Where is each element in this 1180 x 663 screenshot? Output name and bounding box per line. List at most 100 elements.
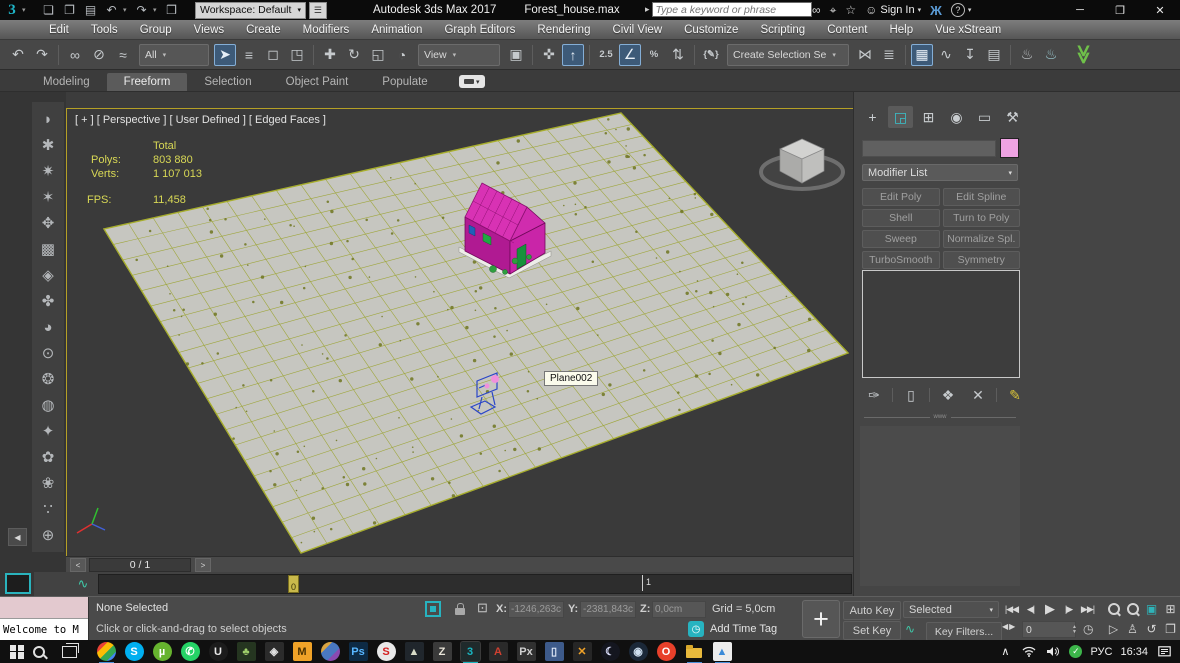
freeform-tool-17-icon[interactable]: ⊕ — [33, 522, 63, 548]
menu-customize[interactable]: Customize — [673, 20, 749, 40]
show-end-result-icon[interactable]: ▯ — [900, 384, 922, 406]
motion-tab[interactable]: ◉ — [944, 106, 969, 128]
next-frame-button[interactable]: |▶ — [1059, 600, 1078, 618]
a360-icon[interactable]: Ж — [930, 3, 942, 18]
tab-freeform[interactable]: Freeform — [106, 73, 188, 91]
help-icon[interactable]: ? ▾ — [950, 3, 971, 17]
add-time-tag-label[interactable]: Add Time Tag — [710, 623, 777, 635]
menu-rendering[interactable]: Rendering — [526, 20, 601, 40]
scroll-left-button[interactable]: ◀ — [8, 528, 27, 546]
redo-icon[interactable]: ↷ — [31, 44, 53, 66]
symmetry-button[interactable]: Symmetry — [942, 251, 1020, 269]
key-filters-button[interactable]: Key Filters... — [926, 622, 1002, 641]
next-frame-slider-button[interactable]: > — [195, 558, 211, 572]
menu-create[interactable]: Create — [235, 20, 292, 40]
menu-views[interactable]: Views — [183, 20, 235, 40]
freeform-tool-13-icon[interactable]: ✦ — [33, 418, 63, 444]
time-configuration-icon[interactable]: ◷ — [1083, 622, 1093, 636]
menu-scripting[interactable]: Scripting — [749, 20, 816, 40]
select-and-rotate-icon[interactable]: ↻ — [343, 44, 365, 66]
menu-animation[interactable]: Animation — [360, 20, 433, 40]
freeform-tool-14-icon[interactable]: ✿ — [33, 444, 63, 470]
redo-caret-icon[interactable]: ▾ — [153, 6, 160, 14]
language-indicator[interactable]: РУС — [1090, 646, 1112, 658]
render-setup-icon[interactable]: ♨ — [1016, 44, 1038, 66]
taskbar-substance-icon[interactable]: S — [376, 642, 396, 661]
taskbar-opera-icon[interactable]: O — [656, 642, 676, 661]
spinner-snap-icon[interactable]: ⇅ — [667, 44, 689, 66]
taskbar-steam-icon[interactable]: ◉ — [628, 642, 648, 661]
percent-snap-icon[interactable]: % — [643, 44, 665, 66]
render-icon[interactable]: ♨ — [1040, 44, 1062, 66]
frame-spin-down-icon[interactable]: ▼ — [1072, 629, 1077, 635]
key-mode-dropdown[interactable]: Selected ▾ — [903, 601, 999, 618]
hidden-icons-chevron-icon[interactable]: ∧ — [997, 645, 1013, 658]
set-key-button[interactable]: Set Key — [843, 621, 901, 640]
window-crossing-icon[interactable]: ◳ — [286, 44, 308, 66]
taskbar-photoshop-icon[interactable]: Ps — [348, 642, 368, 661]
snaps-toggle-icon[interactable]: 2.5 — [595, 44, 617, 66]
minimize-button[interactable]: ─ — [1060, 0, 1100, 20]
select-and-scale-icon[interactable]: ◱ — [367, 44, 389, 66]
bind-to-spacewarp-icon[interactable]: ≈ — [112, 44, 134, 66]
taskbar-search-icon[interactable] — [24, 640, 54, 663]
unlink-selection-icon[interactable]: ⊘ — [88, 44, 110, 66]
freeform-tool-15-icon[interactable]: ❀ — [33, 470, 63, 496]
freeform-tool-1-icon[interactable]: ◗ — [33, 106, 63, 132]
antivirus-tray-icon[interactable]: ✓ — [1069, 645, 1083, 658]
taskbar-px-icon[interactable]: Px — [516, 642, 536, 661]
logo-caret-icon[interactable]: ▾ — [22, 6, 29, 14]
project-folder-icon[interactable]: ❒ — [162, 2, 181, 18]
y-coord-field[interactable] — [580, 601, 636, 618]
go-to-start-button[interactable]: |◀◀ — [1002, 600, 1021, 618]
menu-civil-view[interactable]: Civil View — [601, 20, 673, 40]
taskbar-marmoset-icon[interactable]: M — [292, 642, 312, 661]
viewcube[interactable] — [759, 138, 845, 191]
toolbar-overflow-chevron-icon[interactable]: ≫ — [1071, 45, 1094, 65]
menu-tools[interactable]: Tools — [80, 20, 129, 40]
set-keys-button[interactable]: + — [802, 600, 840, 638]
selection-lock-icon[interactable] — [452, 601, 468, 617]
hierarchy-tab[interactable]: ⊞ — [916, 106, 941, 128]
undo-scene-icon[interactable]: ↶ — [102, 2, 121, 18]
notification-center-icon[interactable] — [1156, 645, 1172, 658]
taskbar-skype-icon[interactable]: S — [124, 642, 144, 661]
align-icon[interactable]: ≣ — [878, 44, 900, 66]
menu-edit[interactable]: Edit — [38, 20, 80, 40]
key-step-icons[interactable]: ◀▶ — [1002, 622, 1016, 631]
add-time-tag-icon[interactable]: ◷ — [688, 621, 704, 637]
menu-graph-editors[interactable]: Graph Editors — [433, 20, 526, 40]
tab-selection[interactable]: Selection — [187, 73, 268, 91]
rectangular-selection-icon[interactable]: ◻ — [262, 44, 284, 66]
listener-macro-row[interactable] — [0, 597, 88, 619]
freeform-tool-6-icon[interactable]: ▩ — [33, 236, 63, 262]
menu-modifiers[interactable]: Modifiers — [292, 20, 361, 40]
play-button[interactable]: ▶ — [1040, 600, 1059, 618]
frame-spinner[interactable]: ▲ ▼ — [1070, 621, 1079, 638]
freeform-tool-3-icon[interactable]: ✷ — [33, 158, 63, 184]
menu-vue-xstream[interactable]: Vue xStream — [924, 20, 1012, 40]
taskbar-moon-icon[interactable]: ☾ — [600, 642, 620, 661]
maximize-viewport-icon[interactable]: ❐ — [1161, 620, 1180, 638]
3dsmax-logo-icon[interactable]: 3 — [2, 1, 22, 19]
redo-scene-icon[interactable]: ↷ — [132, 2, 151, 18]
menu-help[interactable]: Help — [878, 20, 924, 40]
time-slider[interactable]: 0 / 1 — [89, 558, 191, 572]
start-button-icon[interactable] — [10, 644, 24, 659]
undo-caret-icon[interactable]: ▾ — [123, 6, 130, 14]
mirror-icon[interactable]: ⋈ — [854, 44, 876, 66]
taskbar-3dsmax-icon[interactable]: 3 — [459, 641, 481, 663]
normalize-spline-button[interactable]: Normalize Spl. — [942, 230, 1020, 248]
wifi-icon[interactable] — [1021, 646, 1037, 657]
previous-frame-slider-button[interactable]: < — [70, 558, 86, 572]
track-bar[interactable]: 0 1 — [98, 574, 852, 594]
orbit-icon[interactable]: ↺ — [1142, 620, 1161, 638]
taskbar-chrome-icon[interactable] — [96, 642, 116, 663]
toggle-ribbon-icon[interactable]: ↧ — [959, 44, 981, 66]
object-color-swatch[interactable] — [1000, 138, 1019, 158]
freeform-tool-8-icon[interactable]: ✤ — [33, 288, 63, 314]
selection-filter-dropdown[interactable]: All ▾ — [139, 43, 209, 66]
edit-named-selection-sets-icon[interactable]: {✎} — [700, 44, 722, 66]
zoom-icon[interactable] — [1104, 600, 1123, 618]
field-of-view-icon[interactable]: ▷ — [1104, 620, 1123, 638]
